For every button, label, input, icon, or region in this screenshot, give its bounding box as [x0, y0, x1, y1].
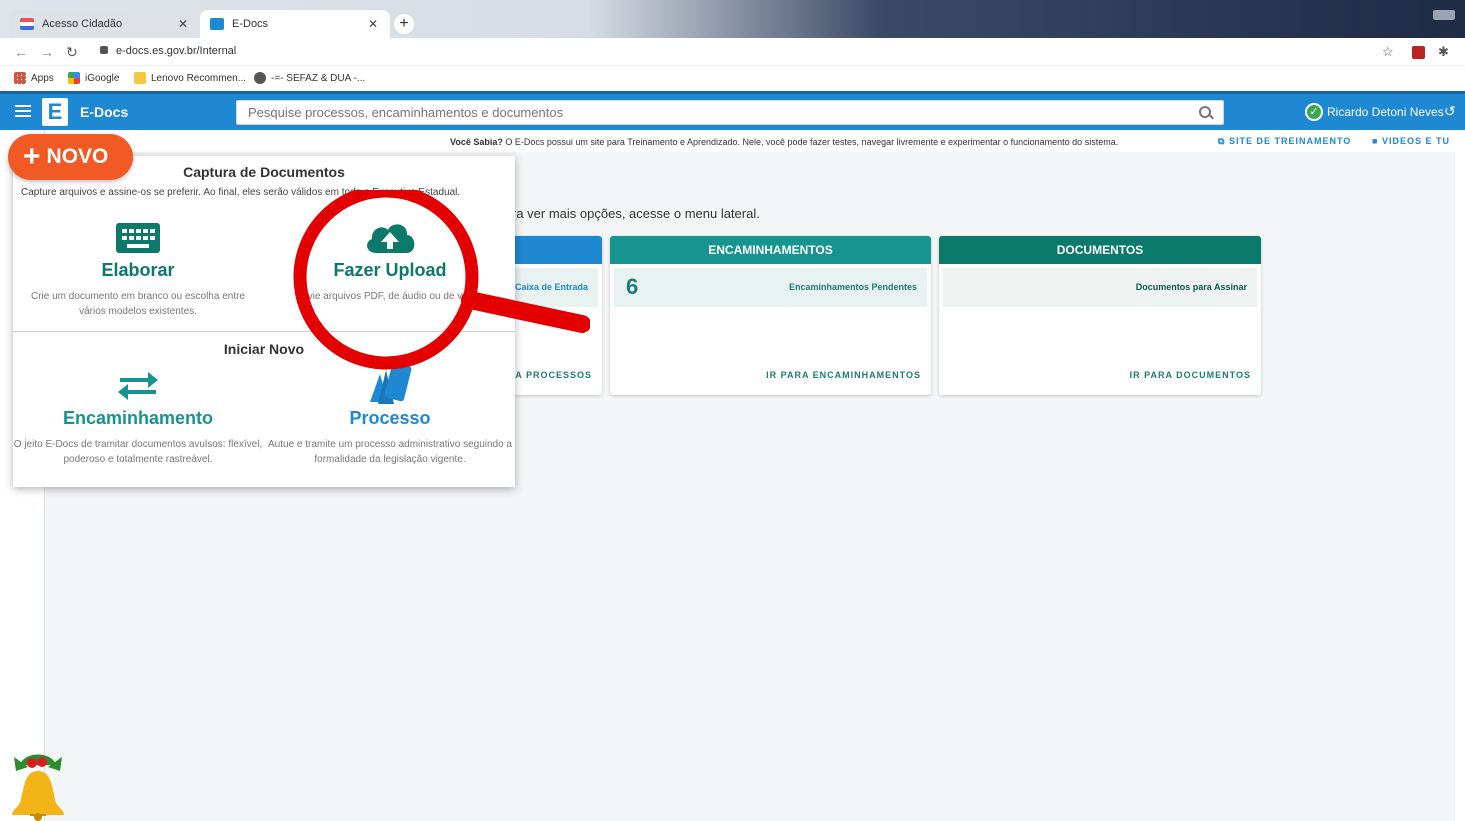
back-arrow-icon[interactable]: ←	[14, 44, 28, 60]
search-box[interactable]	[236, 100, 1224, 125]
card-documentos: DOCUMENTOS Documentos para Assinar IR PA…	[939, 236, 1261, 395]
encaminhamento-desc: O jeito E-Docs de tramitar documentos av…	[13, 439, 263, 465]
tab-title: Acesso Cidadão	[42, 18, 123, 30]
igoogle-icon	[68, 72, 80, 84]
option-fazer-upload[interactable]: Fazer Upload Envie arquivos PDF, de áudi…	[265, 220, 515, 304]
star-icon[interactable]: ☆	[1382, 44, 1394, 60]
search-input[interactable]	[237, 101, 1223, 124]
go-to-processos-link[interactable]: RA PROCESSOS	[508, 370, 592, 380]
cloud-upload-icon	[265, 220, 515, 254]
shield-check-icon: ✓	[1305, 103, 1323, 121]
option-encaminhamento[interactable]: Encaminhamento O jeito E-Docs de tramita…	[13, 368, 263, 467]
search-icon[interactable]	[1199, 106, 1211, 118]
card-encaminhamentos: ENCAMINHAMENTOS 6 Encaminhamentos Penden…	[610, 236, 931, 395]
christmas-bell-icon[interactable]	[6, 745, 70, 821]
edocs-favicon	[210, 18, 224, 30]
elaborar-desc: Crie um documento em branco ou escolha e…	[30, 291, 245, 317]
menu-divider	[13, 331, 515, 332]
flag-icon	[20, 18, 34, 30]
globe-icon	[254, 72, 266, 84]
encaminhamento-title: Encaminhamento	[62, 408, 214, 428]
card-row[interactable]: 6 Encaminhamentos Pendentes	[614, 268, 927, 307]
bookmarks-bar: Apps iGoogle Lenovo Recommen... -=- SEFA…	[0, 66, 1465, 90]
close-icon[interactable]: ✕	[368, 17, 378, 31]
info-bar: Você Sabia? O E-Docs possui um site para…	[130, 133, 1460, 151]
info-text: Você Sabia? O E-Docs possui um site para…	[450, 137, 1119, 147]
card-header: ENCAMINHAMENTOS	[610, 236, 931, 264]
bookmark-lenovo[interactable]: Lenovo Recommen...	[134, 72, 246, 84]
menu-hint: ra ver mais opções, acesse o menu latera…	[512, 206, 760, 221]
address-bar: ← → ↻ e-docs.es.gov.br/Internal ☆ ✱	[0, 38, 1465, 66]
hamburger-menu-icon[interactable]	[15, 102, 31, 118]
lock-icon	[100, 46, 108, 54]
go-to-encaminhamentos-link[interactable]: IR PARA ENCAMINHAMENTOS	[766, 370, 921, 380]
pending-count: 6	[626, 274, 639, 299]
tab-acesso-cidadao[interactable]: Acesso Cidadão ✕	[10, 10, 200, 38]
start-section-title: Iniciar Novo	[223, 341, 305, 357]
keyboard-icon	[13, 220, 263, 254]
novo-dropdown-menu: Captura de Documentos Capture arquivos e…	[13, 156, 515, 487]
novo-button[interactable]: + NOVO	[8, 134, 133, 180]
close-icon[interactable]: ✕	[178, 17, 188, 31]
forward-arrow-icon[interactable]: →	[40, 44, 54, 60]
app-header: E E-Docs ✓ Ricardo Detoni Neves ↺	[0, 91, 1465, 130]
url-field[interactable]: e-docs.es.gov.br/Internal	[116, 45, 236, 57]
folder-stack-icon	[265, 362, 515, 404]
row-label: Documentos para Assinar	[1135, 282, 1247, 292]
option-processo[interactable]: Processo Autue e tramite um processo adm…	[265, 362, 515, 467]
folder-icon	[134, 72, 146, 84]
upload-desc: Envie arquivos PDF, de áudio ou de vídeo…	[295, 291, 485, 302]
swap-arrows-icon	[13, 368, 263, 402]
training-site-link[interactable]: ⧉ SITE DE TREINAMENTO	[1218, 136, 1351, 147]
refresh-icon[interactable]: ↺	[1444, 103, 1456, 120]
card-row[interactable]: Documentos para Assinar	[943, 268, 1257, 307]
apps-grid-icon	[14, 72, 26, 84]
pdf-extension-icon[interactable]	[1412, 46, 1425, 59]
processo-desc: Autue e tramite um processo administrati…	[267, 439, 512, 465]
puzzle-icon[interactable]: ✱	[1438, 44, 1449, 60]
bookmark-igoogle[interactable]: iGoogle	[68, 72, 119, 84]
tab-edocs[interactable]: E-Docs ✕	[200, 10, 390, 38]
row-label: Caixa de Entrada	[514, 282, 588, 292]
elaborar-title: Elaborar	[101, 260, 175, 280]
bookmark-sefaz[interactable]: -=- SEFAZ & DUA -...	[254, 72, 365, 84]
browser-tab-strip: Acesso Cidadão ✕ E-Docs ✕ +	[0, 0, 1465, 38]
edocs-logo[interactable]: E	[42, 98, 68, 126]
go-to-documentos-link[interactable]: IR PARA DOCUMENTOS	[1130, 370, 1251, 380]
new-tab-button[interactable]: +	[394, 14, 414, 34]
videos-link[interactable]: ■ VIDEOS E TU	[1372, 136, 1450, 146]
plus-icon: +	[23, 140, 41, 173]
card-header: DOCUMENTOS	[939, 236, 1261, 264]
row-label: Encaminhamentos Pendentes	[788, 282, 917, 292]
user-name: Ricardo Detoni Neves	[1327, 105, 1444, 119]
user-menu[interactable]: ✓ Ricardo Detoni Neves	[1305, 103, 1444, 121]
processo-title: Processo	[349, 408, 431, 428]
upload-title: Fazer Upload	[333, 260, 447, 280]
bookmark-apps[interactable]: Apps	[14, 72, 54, 84]
app-name[interactable]: E-Docs	[80, 104, 128, 120]
window-minimize-button[interactable]	[1433, 10, 1455, 20]
option-elaborar[interactable]: Elaborar Crie um documento em branco ou …	[13, 220, 263, 319]
capture-section-subtitle: Capture arquivos e assine-os se preferir…	[21, 187, 461, 198]
reload-icon[interactable]: ↻	[66, 44, 78, 61]
tab-title: E-Docs	[232, 18, 269, 30]
